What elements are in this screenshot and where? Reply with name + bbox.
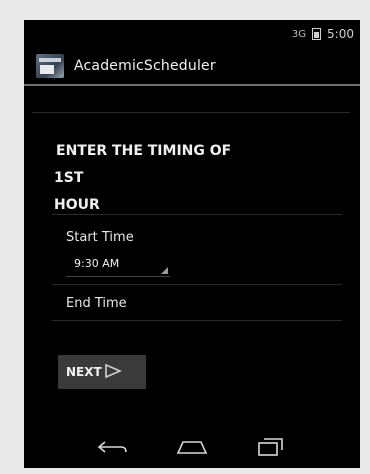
start-time-spinner[interactable]: 9:30 AM xyxy=(66,255,170,277)
status-time: 5:00 xyxy=(327,27,354,41)
end-time-label: End Time xyxy=(66,296,127,311)
heading-divider xyxy=(52,214,342,215)
top-divider xyxy=(32,112,350,113)
back-icon[interactable] xyxy=(96,435,130,459)
action-bar: AcademicScheduler xyxy=(24,48,360,86)
app-icon xyxy=(36,54,64,78)
next-button[interactable]: NEXT xyxy=(58,355,146,389)
signal-icon: 3G xyxy=(291,28,307,40)
next-arrow-icon xyxy=(104,363,122,382)
heading-line-2: 1ST xyxy=(54,170,84,186)
recents-icon[interactable] xyxy=(254,435,288,459)
spinner-arrow-icon xyxy=(161,267,168,274)
page-heading: ENTER THE TIMING OF 1ST HOUR xyxy=(54,138,314,219)
status-bar: 3G 5:00 xyxy=(24,20,360,48)
app-title: AcademicScheduler xyxy=(74,58,216,74)
start-time-label: Start Time xyxy=(66,230,134,245)
home-icon[interactable] xyxy=(175,435,209,459)
heading-line-1: ENTER THE TIMING OF xyxy=(56,143,232,159)
end-divider xyxy=(52,320,342,321)
start-divider xyxy=(52,284,342,285)
phone-screen: 3G 5:00 AcademicScheduler ENTER THE TIMI… xyxy=(24,20,360,468)
navigation-bar xyxy=(24,426,360,468)
next-label: NEXT xyxy=(66,365,102,379)
battery-icon xyxy=(312,28,322,40)
start-time-value: 9:30 AM xyxy=(74,257,120,270)
